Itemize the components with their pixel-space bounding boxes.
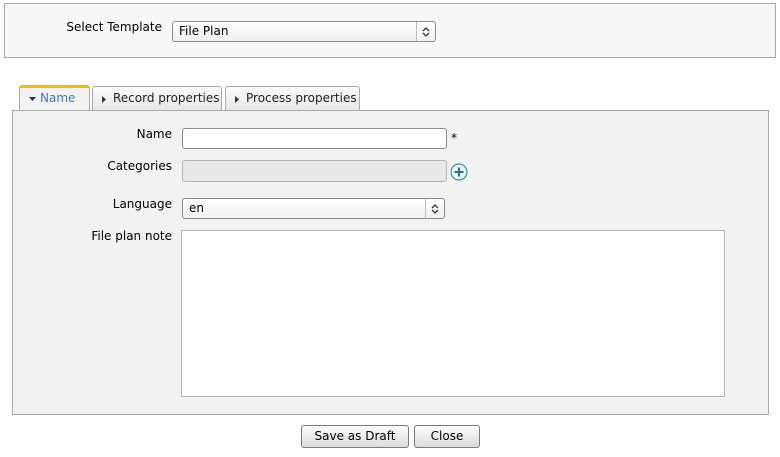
select-arrows-icon [416,22,435,41]
categories-field [182,160,447,182]
tab-name[interactable]: Name [19,85,90,111]
tab-process-properties[interactable]: Process properties [225,86,360,111]
select-template-label: Select Template [66,20,162,34]
caret-down-icon [29,97,36,101]
required-marker: * [451,131,457,145]
close-button[interactable]: Close [414,425,480,448]
categories-label: Categories [107,159,172,173]
tab-process-properties-label: Process properties [246,91,357,105]
save-as-draft-button[interactable]: Save as Draft [301,425,409,448]
file-plan-note-textarea[interactable] [181,230,725,397]
caret-right-icon [102,96,106,103]
select-arrows-icon [425,199,444,218]
template-select-value: File Plan [179,24,229,38]
name-input[interactable] [182,128,447,149]
tab-name-label: Name [40,91,76,105]
language-select[interactable]: en [182,198,445,219]
template-select[interactable]: File Plan [172,21,436,42]
tab-record-properties[interactable]: Record properties [92,86,222,111]
tab-record-properties-label: Record properties [113,91,220,105]
caret-right-icon [235,96,239,103]
language-select-value: en [189,201,204,215]
language-label: Language [112,197,172,211]
name-label: Name [136,127,172,141]
add-category-icon[interactable] [450,163,468,181]
file-plan-note-label: File plan note [91,229,172,243]
